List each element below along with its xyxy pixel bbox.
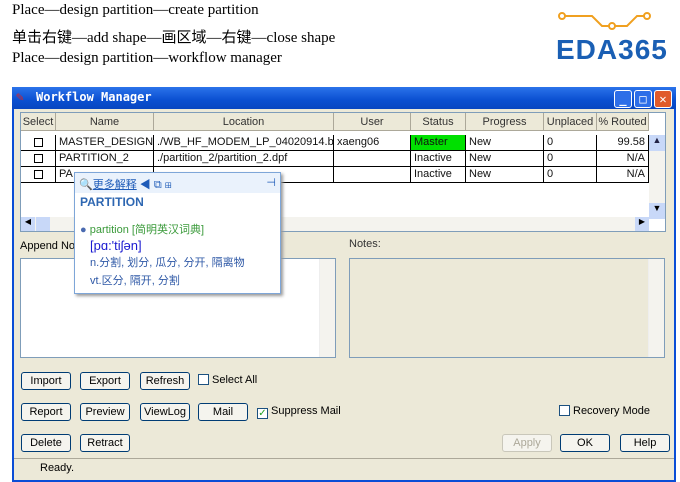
scroll-thumb[interactable] [36,217,50,231]
notes-label: Notes: [349,238,381,250]
routed-cell: 99.58 [597,135,649,151]
unplaced-cell: 0 [544,151,597,167]
unplaced-cell: 0 [544,167,597,183]
caption-2: 单击右键—add shape—画区域—右键—close shape [12,30,336,46]
user-cell: xaeng06 [334,135,411,151]
col-status[interactable]: Status [411,113,466,131]
dict-entry: partition [简明英汉词典] [89,224,205,236]
report-button[interactable]: Report [21,403,71,421]
export-button[interactable]: Export [80,372,130,390]
col-routed[interactable]: % Routed [597,113,649,131]
dict-word: PARTITION [80,195,144,209]
suppress-mail-checkbox[interactable]: ✓ Suppress Mail [257,405,341,419]
notes-textarea[interactable] [349,258,665,358]
help-button[interactable]: Help [620,434,670,452]
suppress-mail-label: Suppress Mail [271,405,341,417]
title-bar: ✎ Workflow Manager _ □ ✕ [12,87,676,109]
checkbox-icon [559,405,570,416]
window-title: Workflow Manager [36,90,152,104]
notes-scrollbar[interactable] [648,259,664,357]
status-cell: Master [411,135,466,151]
row-select-checkbox[interactable] [33,169,43,179]
user-cell [334,151,411,167]
maximize-button[interactable]: □ [634,90,652,108]
dict-verb: vt.区分, 隔开, 分割 [90,275,180,287]
progress-cell: New [466,135,544,151]
routed-cell: N/A [597,151,649,167]
select-cell[interactable] [21,135,56,151]
select-cell[interactable] [21,151,56,167]
checkbox-icon [198,374,209,385]
ok-button[interactable]: OK [560,434,610,452]
app-icon: ✎ [16,90,24,105]
user-cell [334,167,411,183]
minimize-button[interactable]: _ [614,90,632,108]
caption-3: Place—design partition—workflow manager [12,50,282,66]
progress-cell: New [466,151,544,167]
dict-phonetic: [pɑ:'tiʃən] [90,238,142,253]
row-select-checkbox[interactable] [33,137,43,147]
copy-icon[interactable]: ⧉ [154,179,162,191]
location-cell: ./WB_HF_MODEM_LP_04020914.brd [154,135,334,151]
row-select-checkbox[interactable] [33,153,43,163]
select-all-label: Select All [212,374,258,386]
progress-cell: New [466,167,544,183]
search-icon: 🔍 [79,179,93,191]
vertical-scrollbar[interactable]: ▲ ▼ [649,135,665,219]
unplaced-cell: 0 [544,135,597,151]
col-user[interactable]: User [334,113,411,131]
scroll-down-icon[interactable]: ▼ [649,203,665,219]
status-text: Ready. [40,462,75,474]
refresh-button[interactable]: Refresh [140,372,190,390]
col-name[interactable]: Name [56,113,154,131]
bullet-icon: ● [80,224,87,236]
eda365-logo: EDA365 [552,8,672,68]
status-cell: Inactive [411,151,466,167]
name-cell: MASTER_DESIGN [56,135,154,151]
mail-button[interactable]: Mail [198,403,248,421]
checkmark-icon: ✓ [257,408,268,419]
retract-button[interactable]: Retract [80,434,130,452]
dict-noun: n.分割, 划分, 瓜分, 分开, 隔离物 [90,257,245,269]
close-button[interactable]: ✕ [654,90,672,108]
scroll-left-icon[interactable]: ◀ [21,217,35,231]
append-notes-label: Append Not [20,240,79,252]
dictionary-popup: 🔍更多解释 ◀ ⧉ ⊞ ⊣ PARTITION ● partition [简明英汉… [74,172,281,294]
select-all-checkbox[interactable]: Select All [198,374,257,386]
recovery-mode-checkbox[interactable]: Recovery Mode [559,405,650,417]
scroll-up-icon[interactable]: ▲ [649,135,665,151]
routed-cell: N/A [597,167,649,183]
recovery-mode-label: Recovery Mode [573,405,651,417]
delete-button[interactable]: Delete [21,434,71,452]
add-icon[interactable]: ⊞ [165,179,172,191]
pin-icon[interactable]: ⊣ [266,176,276,189]
select-cell[interactable] [21,167,56,183]
scroll-right-icon[interactable]: ▶ [635,217,649,231]
col-location[interactable]: Location [154,113,334,131]
col-select[interactable]: Select [21,113,56,131]
name-cell: PARTITION_2 [56,151,154,167]
status-bar: Ready. [14,458,674,479]
import-button[interactable]: Import [21,372,71,390]
append-notes-scrollbar[interactable] [319,259,335,357]
col-progress[interactable]: Progress [466,113,544,131]
location-cell: ./partition_2/partition_2.dpf [154,151,334,167]
viewlog-button[interactable]: ViewLog [140,403,190,421]
col-unplaced[interactable]: Unplaced [544,113,597,131]
more-explanation-link[interactable]: 更多解释 [93,179,137,191]
preview-button[interactable]: Preview [80,403,130,421]
caption-1: Place—design partition—create partition [12,2,259,18]
speaker-icon[interactable]: ◀ [140,179,151,191]
apply-button[interactable]: Apply [502,434,552,452]
status-cell: Inactive [411,167,466,183]
